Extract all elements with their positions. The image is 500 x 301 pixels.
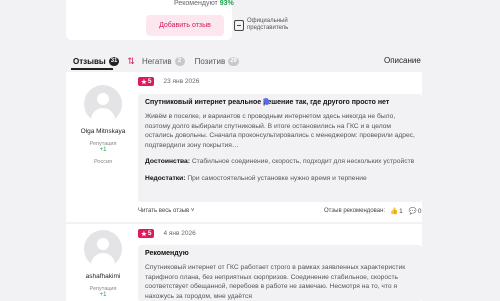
review-title: Рекомендую [145,250,189,257]
review-body[interactable]: Рекомендую Спутниковый интернет от ГКС р… [138,245,422,301]
star-icon: ★ [141,78,147,86]
star-icon: ★ [141,230,147,238]
cons-label: Недостатки: [145,174,186,182]
rating-value: 5 [147,230,152,237]
review-author: Olga Mitnskaya Репутация +1 Россия [72,85,134,165]
review-card: ashafhakimi Репутация +1 ★ 5 4 янв 2026 … [66,224,422,301]
tab-reviews-label: Отзывы [73,56,106,66]
review-body[interactable]: Спутниковый интернет реальное решение та… [138,94,422,202]
review-tabs: Отзывы 31 ⇅ Негатив 2 Позитив 29 [73,55,239,67]
review-date: 4 янв 2026 [163,230,196,237]
tab-negative-label: Негатив [141,56,172,66]
sort-icon[interactable]: ⇅ [127,56,135,67]
active-tab-indicator [71,68,113,70]
cons-text: При самостоятельной установке нужно врем… [187,174,367,182]
thumbs-up-icon: 👍 [390,208,399,215]
review-reactions: 👍 1 💬 0 [390,207,422,216]
review-pros: Достоинства: Стабильное соединение, скор… [145,157,415,167]
review-text: Живём в поселке, и вариантов с проводным… [145,113,415,149]
review-date: 23 янв 2026 [163,78,200,85]
tab-negative-count: 2 [174,56,185,66]
rating-badge: ★ 5 [138,77,155,86]
recommended-label: Отзыв рекомендован: [324,208,386,214]
review-cons: Недостатки: При самостоятельной установк… [145,174,415,184]
rating-value: 5 [147,78,152,85]
add-review-button[interactable]: Добавить отзыв [146,15,224,36]
official-representative[interactable]: Официальный представитель [234,18,299,32]
like-count: 1 [399,207,403,215]
official-badge-icon [234,19,244,31]
tab-reviews[interactable]: Отзывы 31 [73,56,120,66]
avatar[interactable] [84,85,122,123]
tab-negative[interactable]: Негатив 2 [141,56,185,66]
review-title: Спутниковый интернет реальное решение та… [145,99,390,106]
tab-positive[interactable]: Позитив 29 [194,56,239,66]
tab-positive-label: Позитив [194,56,226,66]
comment-count: 0 [417,207,422,215]
reputation-value: +1 [99,147,107,153]
comment-button[interactable]: 💬 0 [408,207,422,216]
summary-card: Рекомендуют 93% Добавить отзыв Официальн… [66,0,288,40]
recommend-label: Рекомендуют [174,0,218,7]
avatar[interactable] [84,230,122,268]
rating-badge: ★ 5 [138,229,155,238]
comment-icon: 💬 [408,208,417,215]
official-label: Официальный представитель [247,18,289,31]
like-button[interactable]: 👍 1 [390,207,403,216]
read-all-link[interactable]: Читать весь отзыв ˅ [138,208,194,214]
recommend-value: 93% [219,0,234,7]
pros-label: Достоинства: [145,158,190,165]
tab-description[interactable]: Описание [384,56,421,65]
pros-text: Стабильное соединение, скорость, подходи… [191,158,415,165]
recommend-rate: Рекомендуют 93% [174,0,234,7]
review-author: ashafhakimi Репутация +1 [72,230,134,298]
review-header: ★ 5 4 янв 2026 [138,229,196,238]
tab-reviews-count: 31 [108,56,120,66]
reputation-value: +1 [99,292,107,298]
author-name[interactable]: ashafhakimi [72,273,134,280]
tab-positive-count: 29 [228,56,239,66]
author-name[interactable]: Olga Mitnskaya [72,128,134,135]
review-text: Спутниковый интернет от ГКС работает стр… [145,264,406,300]
author-country: Россия [93,159,113,165]
review-card: Olga Mitnskaya Репутация +1 Россия ★ 5 2… [66,72,422,222]
review-header: ★ 5 23 янв 2026 [138,77,199,86]
